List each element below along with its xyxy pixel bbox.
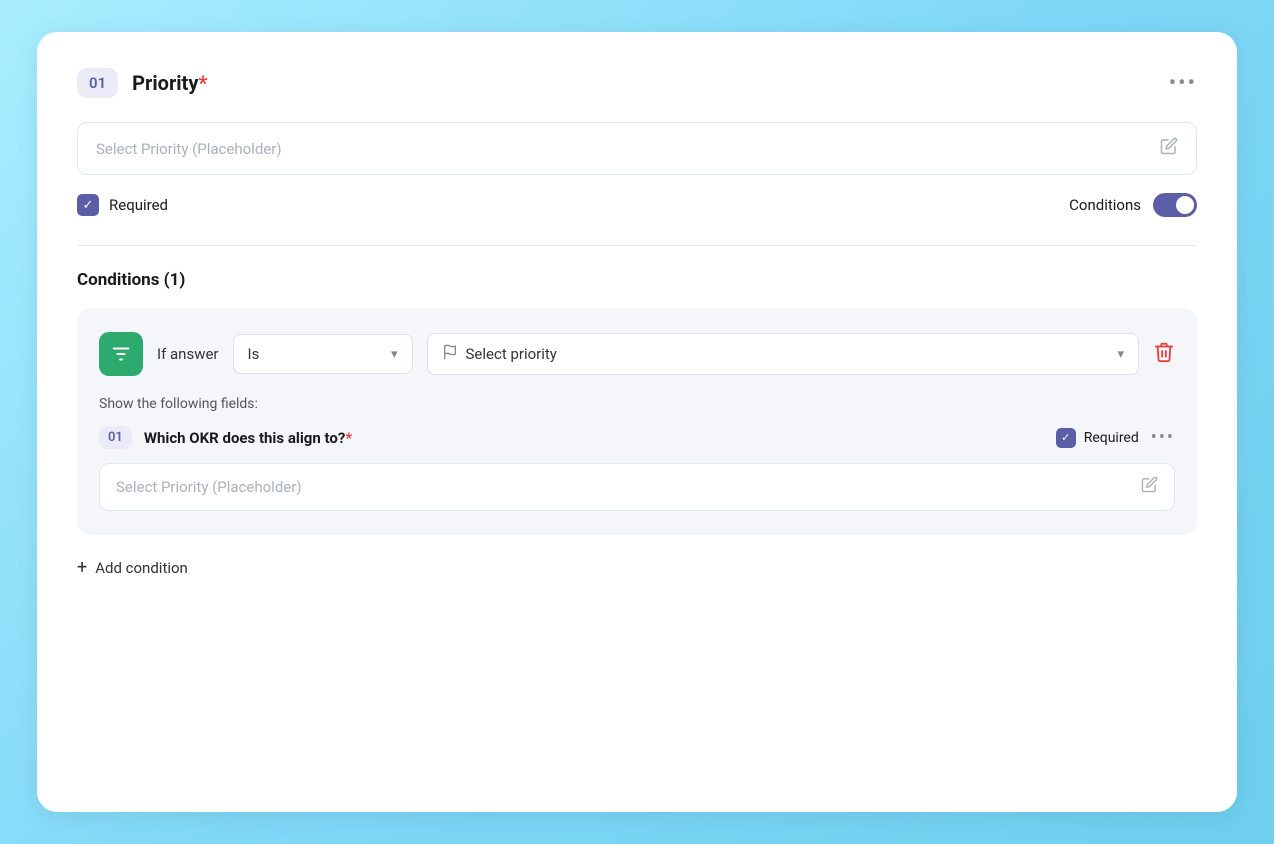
conditions-title: Conditions (1) xyxy=(77,270,1197,290)
page-title: Priority* xyxy=(132,71,207,95)
sub-field-title: Which OKR does this align to?* xyxy=(144,429,1044,447)
conditions-toggle[interactable] xyxy=(1153,193,1197,217)
add-condition-label: Add condition xyxy=(95,559,188,577)
show-fields-label: Show the following fields: xyxy=(99,396,1175,412)
priority-dropdown-label: Select priority xyxy=(442,344,557,364)
header-row: 01 Priority* ••• xyxy=(77,68,1197,98)
sub-placeholder-text: Select Priority (Placeholder) xyxy=(116,478,302,496)
header-left: 01 Priority* xyxy=(77,68,207,98)
more-menu-icon[interactable]: ••• xyxy=(1169,71,1197,96)
step-badge: 01 xyxy=(77,68,118,98)
sub-step-badge: 01 xyxy=(99,426,132,449)
is-dropdown-value: Is xyxy=(248,345,260,363)
is-dropdown[interactable]: Is ▾ xyxy=(233,334,413,374)
sub-required-section: ✓ Required xyxy=(1056,428,1139,448)
checkmark-icon: ✓ xyxy=(83,198,94,213)
condition-block: If answer Is ▾ Select priority ▾ xyxy=(77,308,1197,535)
sub-required-checkbox[interactable]: ✓ xyxy=(1056,428,1076,448)
if-answer-label: If answer xyxy=(157,345,219,363)
chevron-down-icon-2: ▾ xyxy=(1117,347,1124,362)
placeholder-input[interactable]: Select Priority (Placeholder) xyxy=(77,122,1197,175)
sub-checkmark-icon: ✓ xyxy=(1061,431,1070,444)
required-section: ✓ Required xyxy=(77,194,168,216)
delete-condition-icon[interactable] xyxy=(1153,341,1175,368)
chevron-down-icon: ▾ xyxy=(391,347,398,362)
required-checkbox[interactable]: ✓ xyxy=(77,194,99,216)
sub-required-label: Required xyxy=(1084,430,1139,446)
sub-placeholder-input[interactable]: Select Priority (Placeholder) xyxy=(99,463,1175,511)
sub-field-row: 01 Which OKR does this align to?* ✓ Requ… xyxy=(99,426,1175,449)
placeholder-text: Select Priority (Placeholder) xyxy=(96,140,282,158)
filter-icon-box xyxy=(99,332,143,376)
divider xyxy=(77,245,1197,246)
options-row: ✓ Required Conditions xyxy=(77,193,1197,217)
sub-more-menu-icon[interactable]: ••• xyxy=(1151,427,1175,448)
edit-icon[interactable] xyxy=(1160,137,1178,160)
conditions-toggle-section: Conditions xyxy=(1069,193,1197,217)
plus-icon: + xyxy=(77,557,87,578)
sub-edit-icon[interactable] xyxy=(1141,476,1158,498)
priority-dropdown-value: Select priority xyxy=(466,345,557,363)
required-label: Required xyxy=(109,196,168,214)
required-star: * xyxy=(198,71,207,95)
main-card: 01 Priority* ••• Select Priority (Placeh… xyxy=(37,32,1237,812)
add-condition-row[interactable]: + Add condition xyxy=(77,557,1197,578)
conditions-label: Conditions xyxy=(1069,196,1141,214)
condition-row: If answer Is ▾ Select priority ▾ xyxy=(99,332,1175,376)
flag-icon xyxy=(442,344,458,364)
priority-dropdown[interactable]: Select priority ▾ xyxy=(427,333,1139,375)
